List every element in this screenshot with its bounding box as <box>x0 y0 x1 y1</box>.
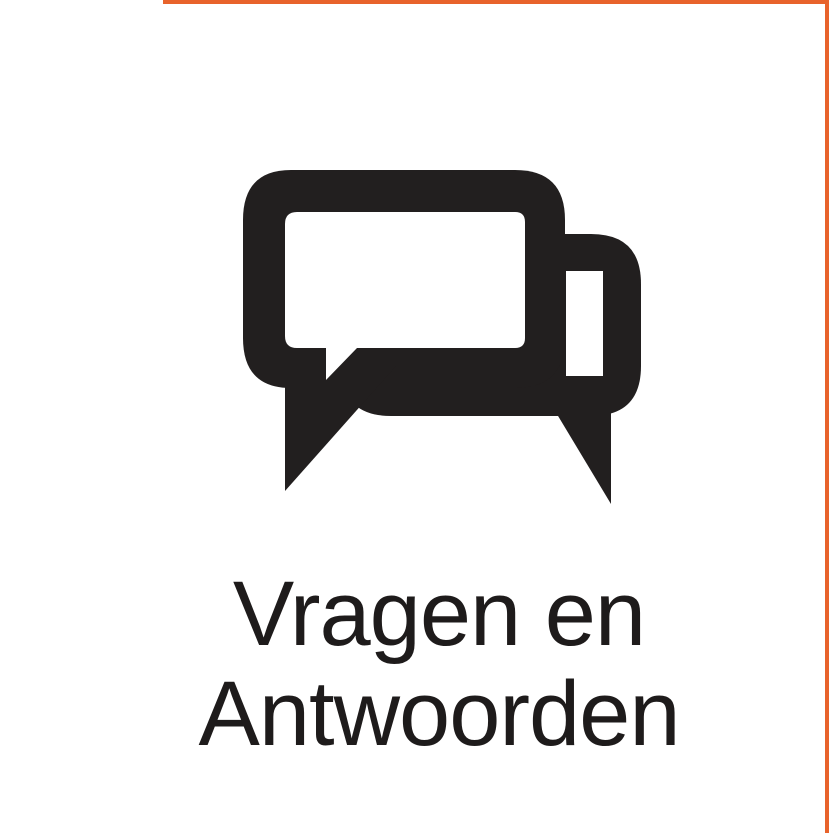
chat-bubbles-icon <box>241 166 651 511</box>
tile-label: Vragen en Antwoorden <box>163 564 715 764</box>
page-canvas: Vragen en Antwoorden <box>0 0 833 833</box>
tile-label-line1: Vragen en <box>232 563 646 665</box>
faq-tile[interactable]: Vragen en Antwoorden <box>163 0 829 833</box>
tile-label-line2: Antwoorden <box>198 663 681 765</box>
